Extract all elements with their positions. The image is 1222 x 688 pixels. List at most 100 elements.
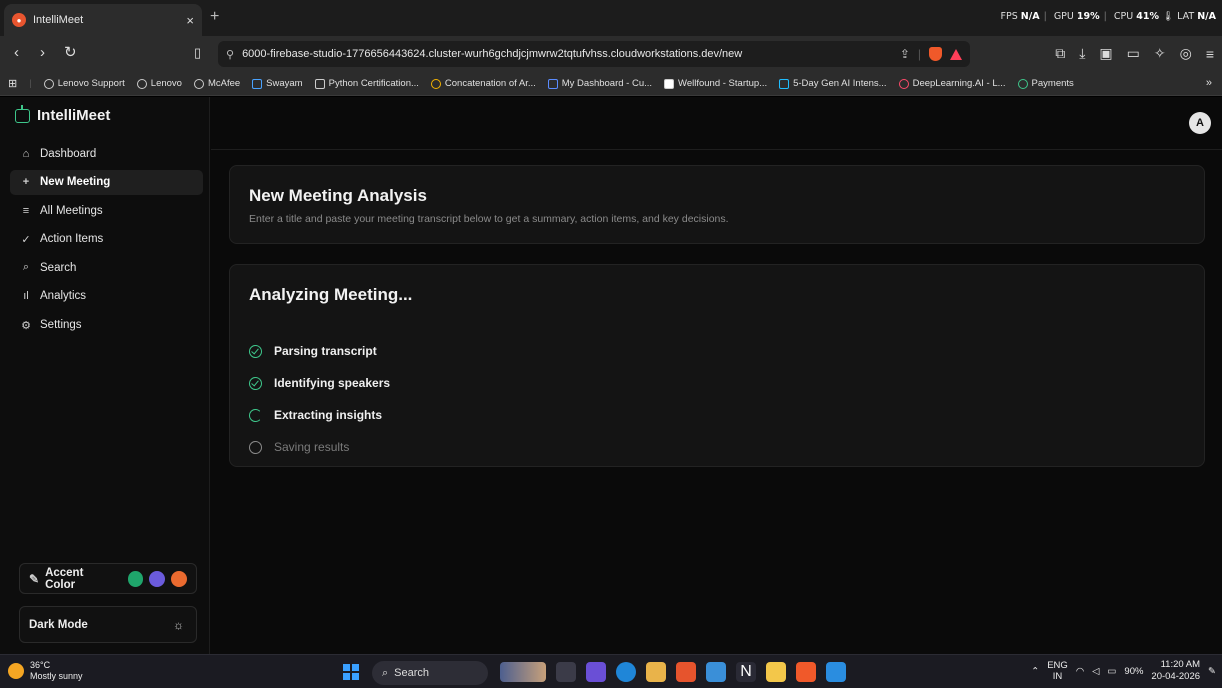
wallet-icon[interactable]: ▭ [1127,45,1140,62]
bookmark-item[interactable]: Concatenation of Ar... [430,78,536,89]
bookmark-item[interactable]: Python Certification... [314,78,419,89]
bookmark-item[interactable]: My Dashboard - Cu... [547,78,652,89]
cpu-value: 41% [1136,11,1159,22]
bookmark-item[interactable]: Wellfound - Startup... [664,78,767,89]
volume-icon[interactable]: ◁ [1092,666,1099,677]
globe-icon [193,78,204,89]
accent-color-picker: ✎ Accent Color [19,563,197,594]
sidebar-item-search[interactable]: ⌕ Search [10,255,203,280]
taskbar: 36°C Mostly sunny ⌕ Search N ⌃ ENG IN ◠ … [0,654,1222,688]
brave-icon[interactable] [796,662,816,682]
lat-label: LAT [1177,11,1195,22]
deeplearning-icon [898,78,909,89]
widgets-icon[interactable] [500,662,546,682]
reload-icon[interactable]: ↻ [64,45,77,61]
windows-start-icon[interactable] [343,664,359,680]
taskbar-search[interactable]: ⌕ Search [372,661,488,685]
kaggle-icon [779,78,790,89]
file-explorer-icon[interactable] [766,662,786,682]
close-tab-icon[interactable]: × [186,13,194,28]
wifi-icon[interactable]: ◠ [1076,666,1084,677]
tab-favicon-icon: ● [12,13,26,27]
list-icon: ≡ [22,204,30,217]
sun-icon[interactable]: ☼ [173,618,184,632]
edge-icon[interactable] [616,662,636,682]
performance-overlay: FPS N/A | GPU 19% | CPU 41% 🌡 LAT N/A [1000,11,1216,22]
bot-icon [15,104,30,123]
sidebar-item-analytics[interactable]: ıl Analytics [10,284,203,309]
bookmark-item[interactable]: Swayam [252,78,303,89]
bookmark-item[interactable]: Lenovo Support [43,78,125,89]
new-tab-icon[interactable]: + [210,8,219,26]
bookmarks-bar: ⊞ | Lenovo Support Lenovo McAfee Swayam … [0,72,1222,96]
more-bookmarks-icon[interactable]: » [1206,77,1212,89]
step-label: Parsing transcript [274,344,377,358]
url-text[interactable]: 6000-firebase-studio-1776656443624.clust… [242,48,892,60]
sidebar-item-settings[interactable]: ⚙ Settings [10,313,203,338]
chevron-up-icon[interactable]: ⌃ [1031,666,1039,677]
divider: | [29,78,32,89]
sidebar-item-all-meetings[interactable]: ≡ All Meetings [10,198,203,223]
dark-mode-label: Dark Mode [29,618,88,631]
language-indicator[interactable]: ENG IN [1047,660,1068,682]
task-view-icon[interactable] [556,662,576,682]
check-circle-icon [249,344,262,358]
forward-icon[interactable]: › [40,45,45,61]
clock[interactable]: 11:20 AM 20-04-2026 [1151,659,1200,683]
accent-purple-swatch[interactable] [149,570,166,587]
reader-mode-icon[interactable]: ⧉ [1055,45,1065,62]
copilot-icon[interactable] [586,662,606,682]
system-tray: ⌃ ENG IN ◠ ◁ ▭ 90% 11:20 AM 20-04-2026 ✎ [1031,659,1216,683]
step-label: Identifying speakers [274,376,391,390]
sidebar-item-label: Analytics [40,290,87,303]
bookmark-item[interactable]: Payments [1017,78,1074,89]
brush-icon: ✎ [29,571,40,586]
bookmark-item[interactable]: McAfee [193,78,240,89]
sidebar-item-action-items[interactable]: ✓ Action Items [10,227,203,252]
divider: | [917,47,921,61]
accent-green-swatch[interactable] [127,570,144,587]
brave-shields-icon[interactable] [929,47,942,61]
step-label: Saving results [274,440,350,454]
avatar[interactable]: A [1189,112,1211,134]
vscode-icon[interactable] [826,662,846,682]
download-icon[interactable]: ⤓ [1079,45,1085,62]
fps-value: N/A [1020,11,1040,22]
accent-orange-swatch[interactable] [171,570,187,587]
back-icon[interactable]: ‹ [14,45,19,61]
fps-label: FPS [1000,11,1018,22]
site-settings-icon[interactable]: ⚲ [226,48,234,61]
notion-icon[interactable]: N [736,662,756,682]
temperature: 36°C [30,660,51,670]
weather-sun-icon [8,663,24,679]
bookmark-icon[interactable]: ▯ [194,45,201,61]
vpn-icon[interactable]: ◎ [1180,45,1192,62]
apps-grid-icon[interactable]: ⊞ [8,77,17,90]
bookmark-item[interactable]: 5-Day Gen AI Intens... [779,78,887,89]
brave-rewards-icon[interactable] [950,48,962,60]
leo-icon[interactable]: ✧ [1154,45,1166,62]
bookmark-item[interactable]: Lenovo [136,78,182,89]
analysis-step: Identifying speakers [249,367,390,399]
browser-tab[interactable]: ● IntelliMeet × [4,4,202,36]
lenovo-vantage-icon[interactable] [676,662,696,682]
sidebar-item-label: All Meetings [40,204,103,217]
store-icon[interactable] [646,662,666,682]
sidebar-icon[interactable]: ▣ [1099,45,1112,62]
address-bar[interactable]: ⚲ 6000-firebase-studio-1776656443624.clu… [218,41,970,67]
mail-icon[interactable] [706,662,726,682]
page-subtitle: Enter a title and paste your meeting tra… [249,213,729,225]
menu-icon[interactable]: ≡ [1206,46,1214,62]
brand[interactable]: IntelliMeet [15,104,110,124]
weather-widget[interactable]: 36°C Mostly sunny [8,660,83,682]
dark-mode-toggle[interactable]: Dark Mode ☼ [19,606,197,643]
sidebar-item-dashboard[interactable]: ⌂ Dashboard [10,141,203,166]
thermometer-icon: 🌡 [1162,11,1175,22]
dashboard-icon [547,78,558,89]
sidebar-item-new-meeting[interactable]: + New Meeting [10,169,203,195]
share-icon[interactable]: ⇪ [900,47,910,61]
notification-icon[interactable]: ✎ [1208,666,1216,677]
sidebar-item-label: New Meeting [40,176,111,189]
bookmark-item[interactable]: DeepLearning.AI - L... [898,78,1006,89]
battery-icon[interactable]: ▭ [1107,666,1116,677]
